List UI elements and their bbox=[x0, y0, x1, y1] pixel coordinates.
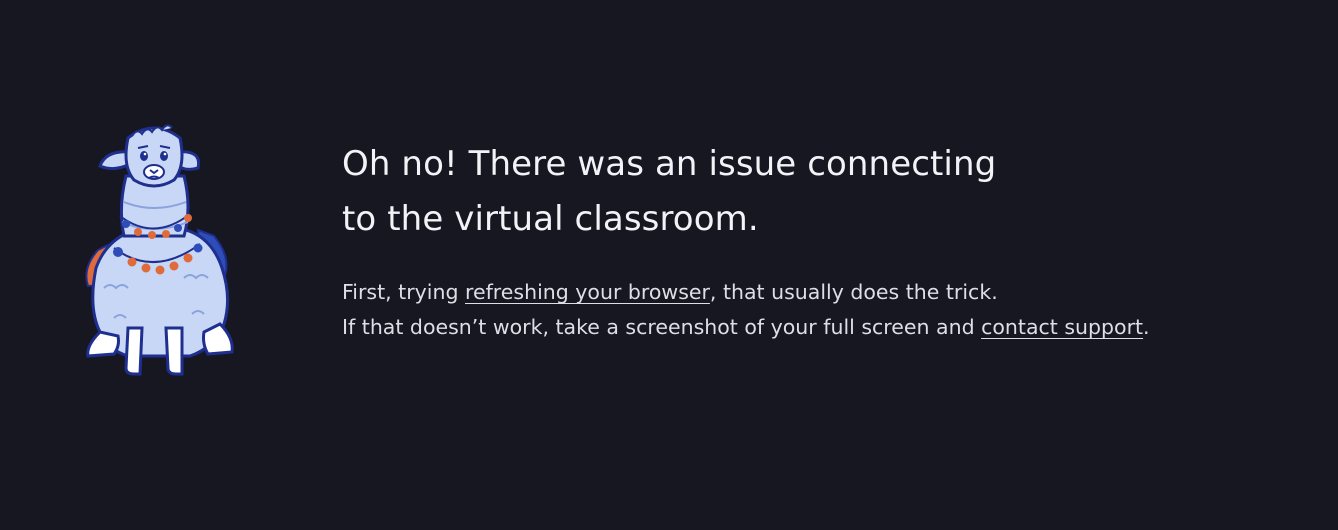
headline-line-1: Oh no! There was an issue connecting bbox=[342, 144, 997, 184]
error-headline: Oh no! There was an issue connecting to … bbox=[342, 137, 1302, 247]
instruction-line-2: If that doesn’t work, take a screenshot … bbox=[342, 310, 1302, 345]
instruction-2-prefix: If that doesn’t work, take a screenshot … bbox=[342, 315, 982, 339]
contact-support-link[interactable]: contact support bbox=[981, 315, 1143, 339]
llama-icon bbox=[85, 124, 234, 376]
refresh-browser-link[interactable]: refreshing your browser bbox=[465, 280, 710, 304]
headline-line-2: to the virtual classroom. bbox=[342, 199, 759, 239]
instruction-1-prefix: First, trying bbox=[342, 280, 465, 304]
instruction-line-1: First, trying refreshing your browser, t… bbox=[342, 275, 1302, 310]
instruction-2-suffix: . bbox=[1143, 315, 1150, 339]
error-message: Oh no! There was an issue connecting to … bbox=[342, 137, 1302, 345]
troubleshooting-instructions: First, trying refreshing your browser, t… bbox=[342, 275, 1302, 345]
llama-illustration bbox=[74, 118, 244, 380]
instruction-1-suffix: , that usually does the trick. bbox=[709, 280, 998, 304]
